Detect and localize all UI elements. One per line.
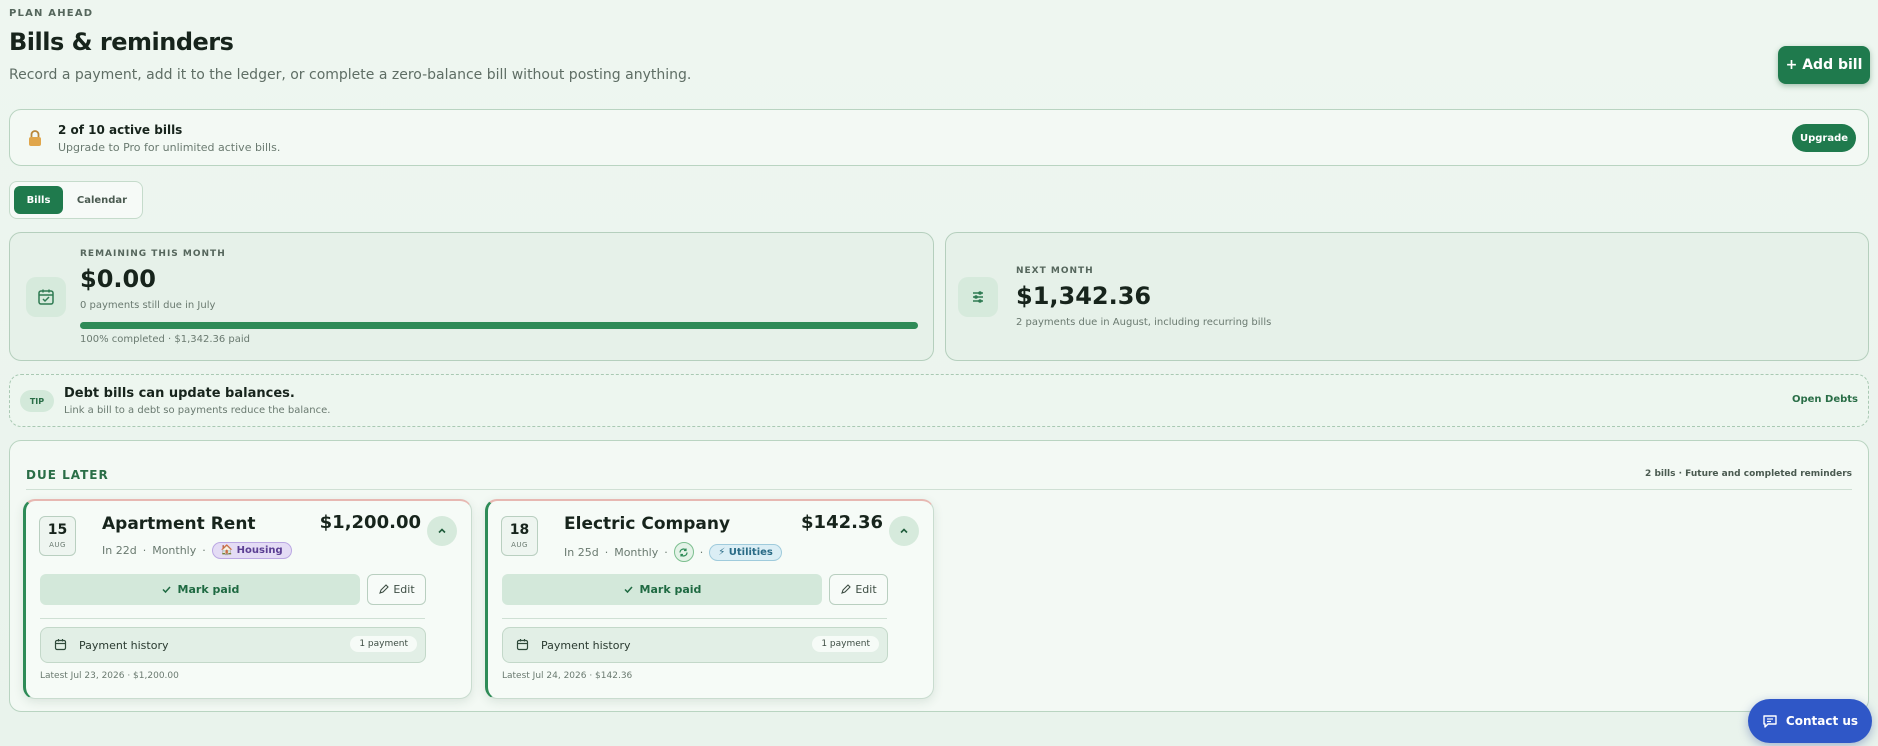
progress-bar [80, 322, 918, 329]
tip-pill: TIP [20, 390, 54, 412]
history-label: Payment history [79, 639, 169, 652]
payment-history-toggle[interactable]: Payment history 1 payment [40, 627, 426, 663]
recurring-sync-icon [673, 542, 694, 562]
view-tabs: Bills Calendar [9, 181, 143, 219]
limit-banner: 2 of 10 active bills Upgrade to Pro for … [9, 109, 1869, 166]
progress-fill [80, 322, 918, 329]
contact-us-button[interactable]: Contact us [1748, 699, 1872, 743]
pencil-icon [840, 584, 852, 595]
tip-subtitle: Link a bill to a debt so payments reduce… [64, 405, 331, 416]
chevron-up-icon [437, 526, 447, 536]
edit-label: Edit [393, 583, 415, 596]
history-label: Payment history [541, 639, 631, 652]
edit-button[interactable]: Edit [367, 574, 426, 605]
section-divider [26, 489, 1852, 490]
calendar-icon [516, 638, 529, 651]
history-count-badge: 1 payment [812, 636, 879, 652]
bill-amount: $142.36 [801, 512, 883, 533]
latest-payment: Latest Jul 23, 2026 · $1,200.00 [40, 671, 179, 681]
remaining-label: REMAINING THIS MONTH [80, 249, 226, 259]
bill-divider [502, 618, 887, 619]
bill-amount: $1,200.00 [319, 512, 421, 533]
meta-separator: · [202, 544, 206, 557]
mark-paid-label: Mark paid [639, 583, 702, 596]
tab-bills[interactable]: Bills [14, 186, 63, 214]
tip-banner: TIP Debt bills can update balances. Link… [9, 374, 1869, 427]
payment-history-toggle[interactable]: Payment history 1 payment [502, 627, 888, 663]
section-meta: 2 bills · Future and completed reminders [1645, 469, 1852, 479]
sliders-icon [958, 277, 998, 317]
due-date-box: 15 AUG [39, 516, 76, 556]
due-month: AUG [49, 541, 66, 549]
next-month-amount: $1,342.36 [1016, 282, 1152, 310]
tab-calendar[interactable]: Calendar [70, 186, 134, 214]
bill-card[interactable]: 18 AUG Electric Company $142.36 In 25d ·… [485, 499, 934, 699]
mark-paid-button[interactable]: Mark paid [502, 574, 822, 605]
history-count-badge: 1 payment [350, 636, 417, 652]
due-day: 18 [509, 522, 530, 538]
calendar-check-icon [26, 277, 66, 317]
chat-icon [1762, 714, 1778, 729]
lock-icon [27, 129, 43, 147]
pencil-icon [378, 584, 390, 595]
check-icon [623, 584, 634, 595]
page-title: Bills & reminders [9, 28, 234, 56]
meta-separator: · [604, 545, 609, 559]
tip-title: Debt bills can update balances. [64, 386, 295, 401]
edit-label: Edit [855, 583, 877, 596]
meta-separator: · [699, 545, 704, 559]
limit-title: 2 of 10 active bills [58, 123, 183, 137]
page-subtitle: Record a payment, add it to the ledger, … [9, 67, 692, 83]
chevron-up-icon [899, 526, 909, 536]
meta-separator: · [664, 545, 668, 559]
due-in: In 22d [102, 544, 137, 557]
calendar-icon [54, 638, 67, 651]
next-month-label: NEXT MONTH [1016, 266, 1094, 276]
collapse-button[interactable] [889, 516, 919, 546]
bill-meta: In 22d · Monthly · 🏠 Housing [102, 542, 292, 559]
remaining-amount: $0.00 [80, 265, 156, 293]
frequency: Monthly [152, 544, 197, 557]
page-eyebrow: PLAN AHEAD [9, 8, 94, 19]
edit-button[interactable]: Edit [829, 574, 888, 605]
open-debts-link[interactable]: Open Debts [1792, 394, 1858, 405]
bill-name: Electric Company [564, 514, 731, 534]
category-badge: 🏠 Housing [211, 542, 292, 559]
remaining-summary-card: REMAINING THIS MONTH $0.00 0 payments st… [9, 232, 934, 361]
next-month-summary-card: NEXT MONTH $1,342.36 2 payments due in A… [945, 232, 1869, 361]
due-date-box: 18 AUG [501, 516, 538, 556]
upgrade-button[interactable]: Upgrade [1792, 124, 1856, 152]
next-month-note: 2 payments due in August, including recu… [1016, 317, 1272, 328]
latest-payment: Latest Jul 24, 2026 · $142.36 [502, 671, 633, 681]
mark-paid-button[interactable]: Mark paid [40, 574, 360, 605]
remaining-note: 0 payments still due in July [80, 300, 216, 311]
limit-subtitle: Upgrade to Pro for unlimited active bill… [58, 141, 281, 154]
section-title: DUE LATER [26, 468, 109, 482]
mark-paid-label: Mark paid [177, 583, 240, 596]
due-in: In 25d [564, 545, 599, 559]
bill-card[interactable]: 15 AUG Apartment Rent $1,200.00 In 22d ·… [23, 499, 472, 699]
collapse-button[interactable] [427, 516, 457, 546]
due-day: 15 [47, 522, 68, 538]
add-bill-button[interactable]: + Add bill [1778, 46, 1870, 84]
bill-meta: In 25d · Monthly · · ⚡ Utilities [564, 542, 782, 562]
contact-label: Contact us [1785, 714, 1859, 728]
category-badge: ⚡ Utilities [709, 543, 782, 561]
check-icon [161, 584, 172, 595]
meta-separator: · [142, 544, 147, 557]
bill-divider [40, 618, 425, 619]
due-month: AUG [511, 541, 528, 549]
due-later-panel: DUE LATER 2 bills · Future and completed… [9, 440, 1869, 712]
bill-name: Apartment Rent [102, 514, 256, 534]
progress-text: 100% completed · $1,342.36 paid [80, 334, 251, 345]
frequency: Monthly [614, 545, 659, 559]
